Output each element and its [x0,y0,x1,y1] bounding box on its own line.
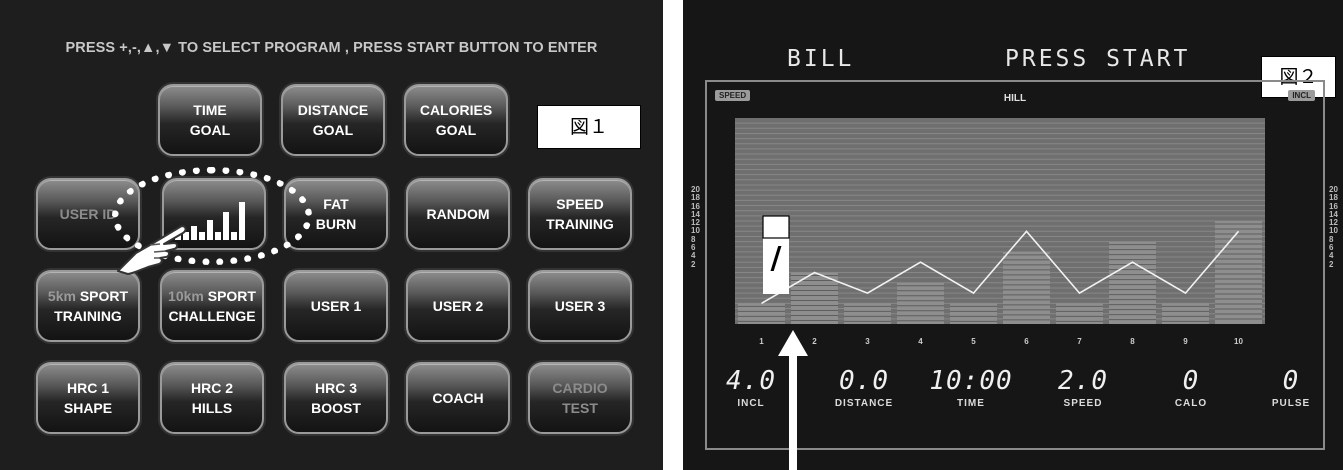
speed-label: SPEED [1063,398,1103,409]
button-label-line1: HRC 1 [66,380,109,396]
left-scale: 20 18 16 14 12 10 8 6 4 2 [691,185,700,269]
calo-readout: 0 CALO [1153,366,1229,409]
scale-tick-label: 2 [1329,259,1334,269]
up-arrow-icon [778,330,808,470]
callout-box-top [762,215,790,239]
button-label-line1: USER 2 [432,298,484,314]
button-label-line1: HRC 3 [314,380,357,396]
button-label-line1: HRC 2 [190,380,233,396]
button-label-line1: FAT [323,196,349,212]
sport-label: SPORT [207,288,256,304]
button-label-line1: TIME [193,102,227,118]
chart-bar [1109,241,1156,324]
treadmill-lcd-panel: BILL PRESS START 図２ SPEED INCL HILL 20 18… [683,0,1343,470]
pointing-hand-icon [117,225,187,275]
button-label-line1: USER 3 [554,298,606,314]
user-name-display: BILL [787,46,855,72]
segment-label: 8 [1130,337,1135,346]
chart-bar [1003,251,1050,324]
distance-value: 0.0 [839,366,889,396]
distance-label: DISTANCE [834,398,894,409]
button-label-line1: USER ID [59,206,117,222]
time-label: TIME [957,398,985,409]
button-label-line2: TRAINING [546,216,614,232]
time-goal-button[interactable]: TIME GOAL [158,84,262,156]
incl-label: INCL [737,398,765,409]
10km-sport-challenge-button[interactable]: 10km SPORT CHALLENGE [160,270,264,342]
button-label-line2: BOOST [311,400,361,416]
user-2-button[interactable]: USER 2 [406,270,510,342]
scale-tick-label: 2 [691,259,696,269]
segment-label: 3 [865,337,870,346]
segment-label: 5 [971,337,976,346]
distance-prefix: 10km [168,288,204,304]
button-label-line1: CALORIES [419,102,493,118]
speed-training-button[interactable]: SPEED TRAINING [528,178,632,250]
time-readout: 10:00 TIME [919,366,1023,409]
button-label-line2: BURN [315,216,357,232]
callout-slash-mark: / [771,241,782,276]
program-name: HILL [1003,93,1027,104]
chart-bar [897,282,944,324]
incl-readout: 4.0 INCL [719,366,783,409]
button-label-line1: CARDIO [552,380,608,396]
button-label-line1: DISTANCE [297,102,369,118]
speed-value: 2.0 [1058,366,1108,396]
user-1-button[interactable]: USER 1 [284,270,388,342]
button-label-line1: RANDOM [426,206,490,222]
button-label-line2: TEST [562,400,598,416]
pulse-label: PULSE [1271,398,1311,409]
button-label-line2: HILLS [191,400,233,416]
button-label-line1: COACH [432,390,484,406]
calo-value: 0 [1182,366,1200,396]
segment-label: 7 [1077,337,1082,346]
user-3-button[interactable]: USER 3 [528,270,632,342]
button-label-line2: SHAPE [63,400,113,416]
coach-button[interactable]: COACH [406,362,510,434]
segment-label: 10 [1234,337,1243,346]
distance-readout: 0.0 DISTANCE [819,366,909,409]
5km-sport-training-button[interactable]: 5km SPORT TRAINING [36,270,140,342]
button-label-line1: 5km SPORT [48,286,128,306]
status-display: PRESS START [1005,46,1191,72]
hrc-2-hills-button[interactable]: HRC 2 HILLS [160,362,264,434]
right-scale: 20 18 16 14 12 10 8 6 4 2 [1329,185,1338,269]
button-label-line2: GOAL [189,122,231,138]
button-label-line1: SPEED [556,196,604,212]
calories-goal-button[interactable]: CALORIES GOAL [404,84,508,156]
pulse-value: 0 [1282,366,1300,396]
distance-prefix: 5km [47,288,76,304]
incl-value: 4.0 [726,366,776,396]
segment-label: 1 [759,337,764,346]
segment-label: 6 [1024,337,1029,346]
segment-label: 2 [812,337,817,346]
button-label-line2: GOAL [312,122,354,138]
button-label-line2: CHALLENGE [168,308,256,324]
random-button[interactable]: RANDOM [406,178,510,250]
button-label-line1: USER 1 [310,298,362,314]
sport-label: SPORT [79,288,129,304]
instruction-text: PRESS +,-,▲,▼ TO SELECT PROGRAM , PRESS … [65,40,598,56]
hill-profile-chart: 1 2 3 4 5 6 7 8 9 10 / [735,118,1265,346]
calo-label: CALO [1174,398,1208,409]
hrc-1-shape-button[interactable]: HRC 1 SHAPE [36,362,140,434]
button-label-line2: TRAINING [54,308,122,324]
speed-readout: 2.0 SPEED [1041,366,1125,409]
pulse-readout: 0 PULSE [1253,366,1329,409]
figure-1-label: 図１ [537,105,641,149]
time-value: 10:00 [929,366,1013,396]
segment-label: 4 [918,337,923,346]
segment-label: 9 [1183,337,1188,346]
distance-goal-button[interactable]: DISTANCE GOAL [281,84,385,156]
button-label-line1: 10km SPORT [168,286,256,306]
button-label-line2: GOAL [435,122,477,138]
program-select-panel: PRESS +,-,▲,▼ TO SELECT PROGRAM , PRESS … [0,0,663,470]
cardio-test-button[interactable]: CARDIO TEST [528,362,632,434]
hrc-3-boost-button[interactable]: HRC 3 BOOST [284,362,388,434]
